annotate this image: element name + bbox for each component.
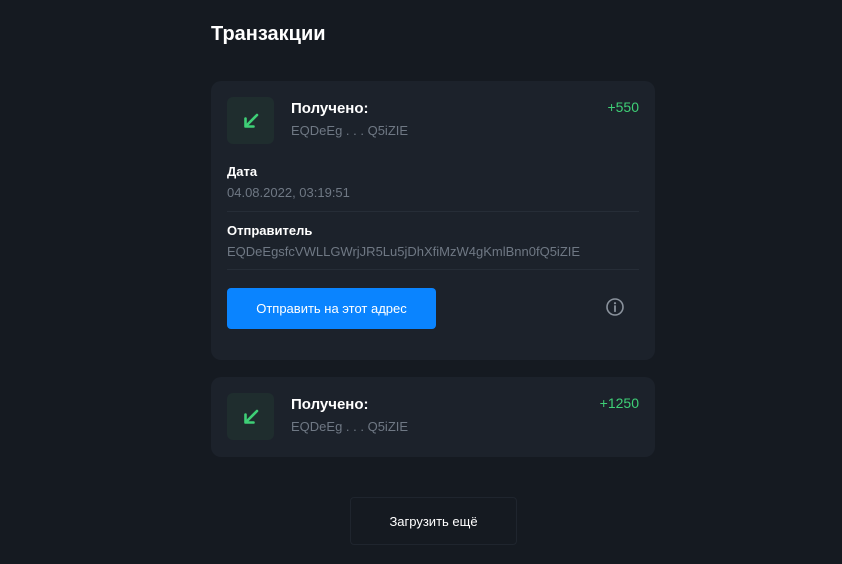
transaction-address-short: EQDeEg . . . Q5iZIE xyxy=(291,123,409,138)
transaction-card[interactable]: Получено: EQDeEg . . . Q5iZIE +550 Дата … xyxy=(211,81,655,360)
send-to-address-button[interactable]: Отправить на этот адрес xyxy=(227,288,436,329)
divider xyxy=(227,211,639,212)
page-title: Транзакции xyxy=(211,23,326,45)
arrow-down-left-icon xyxy=(227,97,274,144)
date-value: 04.08.2022, 03:19:51 xyxy=(227,185,350,200)
sender-label: Отправитель xyxy=(227,223,313,238)
arrow-down-left-icon xyxy=(227,393,274,440)
transaction-amount: +1250 xyxy=(599,395,639,411)
transaction-title: Получено: xyxy=(291,396,369,413)
transaction-title: Получено: xyxy=(291,100,369,117)
divider xyxy=(227,269,639,270)
transaction-address-short: EQDeEg . . . Q5iZIE xyxy=(291,419,409,434)
info-icon[interactable] xyxy=(605,297,625,317)
date-label: Дата xyxy=(227,164,258,179)
sender-address[interactable]: EQDeEgsfcVWLLGWrjJR5Lu5jDhXfiMzW4gKmlBnn… xyxy=(227,244,580,260)
transaction-card[interactable]: Получено: EQDeEg . . . Q5iZIE +1250 xyxy=(211,377,655,457)
load-more-button[interactable]: Загрузить ещё xyxy=(350,497,517,545)
transaction-amount: +550 xyxy=(607,99,639,115)
transactions-page: Транзакции Получено: EQDeEg . . . Q5iZIE… xyxy=(0,0,842,564)
